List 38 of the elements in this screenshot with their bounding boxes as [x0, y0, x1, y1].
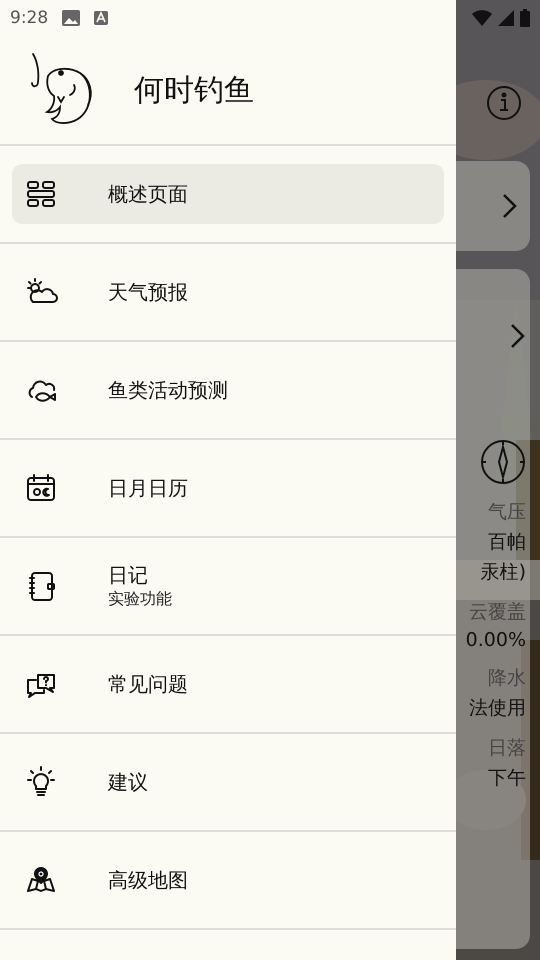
- compass-icon: [480, 439, 526, 485]
- reading-label: 云覆盖: [469, 600, 526, 625]
- menu-item[interactable]: 建议: [12, 752, 444, 812]
- app-title: 何时钓鱼: [134, 72, 254, 110]
- menu-item[interactable]: 高级地图: [12, 850, 444, 910]
- menu-item[interactable]: 常见问题: [12, 654, 444, 714]
- menu-label: 鱼类活动预测: [108, 376, 228, 404]
- menu-item[interactable]: 日记 实验功能: [12, 556, 444, 616]
- reading-label: 降水: [488, 666, 526, 691]
- menu-item[interactable]: 概述页面: [12, 164, 444, 224]
- signal-icon: [498, 10, 514, 26]
- reading-value: 下午: [488, 766, 526, 791]
- battery-icon: [520, 9, 530, 27]
- reading-value: 法使用: [469, 696, 526, 721]
- menu-label: 高级地图: [108, 866, 188, 894]
- info-icon[interactable]: [486, 85, 522, 121]
- status-time: 9:28: [10, 8, 48, 28]
- text-icon: [94, 11, 108, 25]
- image-icon: [62, 10, 80, 26]
- menu-item[interactable]: 鱼类活动预测: [12, 360, 444, 420]
- chevron-right-icon[interactable]: [502, 193, 518, 219]
- reading-label: 气压: [488, 500, 526, 525]
- reading-value: 0.00%: [466, 629, 526, 651]
- menu-label: 天气预报: [108, 278, 188, 306]
- reading-value: 汞柱): [480, 560, 526, 585]
- menu-label: 日记: [108, 562, 149, 589]
- menu-label: 概述页面: [108, 180, 188, 208]
- menu-sublabel: 实验功能: [108, 589, 172, 610]
- menu-label: 常见问题: [108, 670, 188, 698]
- reading-value: 百帕: [488, 530, 526, 555]
- menu-item[interactable]: 天气预报: [12, 262, 444, 322]
- lightbulb-icon: [24, 765, 58, 799]
- menu-label: 日月日历: [108, 474, 188, 502]
- menu-item[interactable]: 日月日历: [12, 458, 444, 518]
- reading-label: 日落: [488, 736, 526, 761]
- chevron-right-icon[interactable]: [510, 323, 526, 349]
- wifi-icon: [472, 10, 492, 26]
- menu-label: 建议: [108, 768, 148, 796]
